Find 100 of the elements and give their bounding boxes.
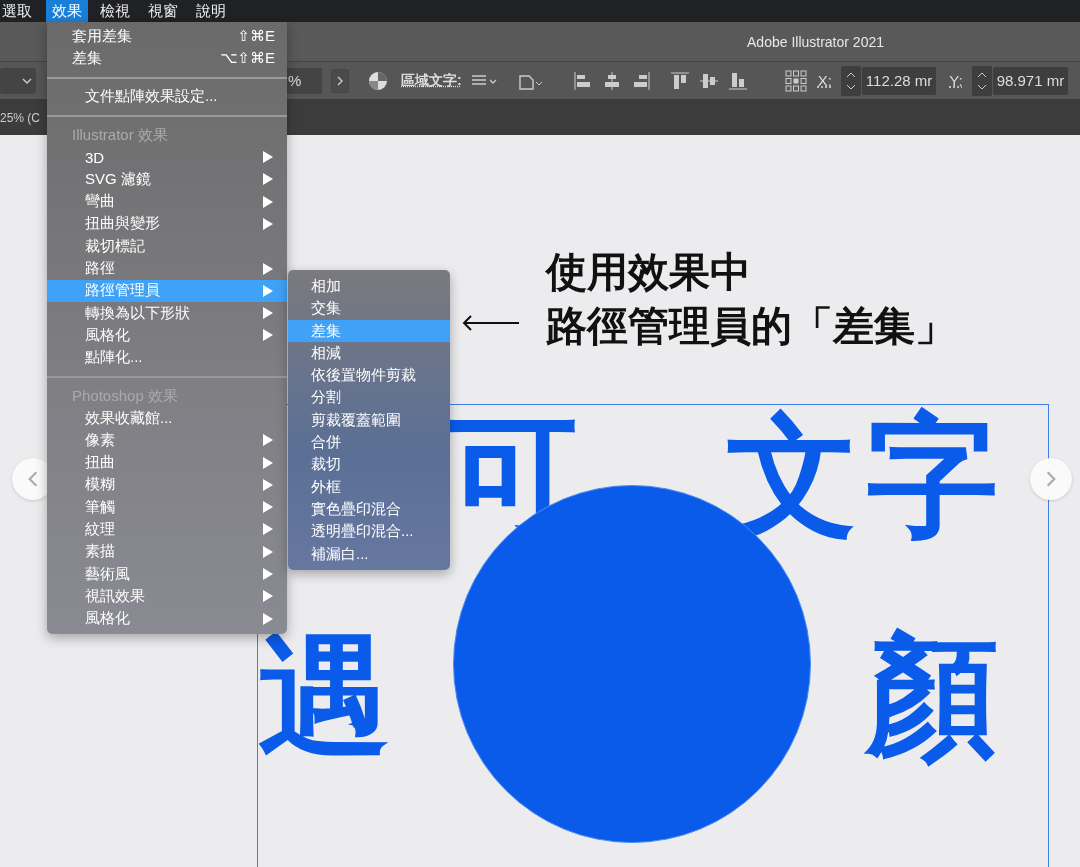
- menu-item-label: 3D: [85, 148, 105, 166]
- menu-item-label: 點陣化...: [85, 348, 143, 368]
- menu-bar-item[interactable]: 說明: [190, 0, 232, 22]
- next-button[interactable]: [331, 68, 349, 93]
- submenu-item[interactable]: 差集: [288, 319, 450, 342]
- menu-item[interactable]: 像素: [47, 429, 287, 452]
- submenu-item[interactable]: 補漏白...: [288, 542, 450, 565]
- annotation-text: 路徑管理員的「差集」: [546, 302, 956, 351]
- menu-item-label: 轉換為以下形狀: [85, 303, 190, 323]
- submenu-arrow-icon: [263, 456, 273, 469]
- window-title: Adobe Illustrator 2021: [747, 33, 884, 50]
- submenu-item[interactable]: 外框: [288, 475, 450, 498]
- menu-bar-item[interactable]: 視窗: [142, 0, 184, 22]
- submenu-item[interactable]: 相減: [288, 341, 450, 365]
- submenu-arrow-icon: [263, 284, 273, 297]
- menu-item[interactable]: 風格化: [47, 324, 287, 347]
- submenu-arrow-icon: [263, 545, 273, 558]
- menu-item[interactable]: 扭曲: [47, 451, 287, 474]
- submenu-item[interactable]: 相加: [288, 275, 450, 298]
- menu-item-label: 素描: [85, 542, 115, 562]
- align-top-icon[interactable]: [669, 70, 690, 91]
- menu-item[interactable]: 裁切標記: [47, 235, 287, 258]
- menu-item[interactable]: 套用差集 ⇧⌘E: [47, 25, 287, 48]
- align-bottom-icon[interactable]: [727, 70, 748, 91]
- menu-item[interactable]: 彎曲: [47, 190, 287, 213]
- submenu-arrow-icon: [263, 217, 273, 230]
- menu-item-label: 視訊效果: [85, 586, 145, 606]
- menu-item[interactable]: 素描: [47, 540, 287, 563]
- submenu-arrow-icon: [263, 612, 273, 625]
- menu-item-label: 藝術風: [85, 564, 130, 584]
- x-label: X:: [817, 72, 832, 89]
- stepper-icon[interactable]: [971, 65, 992, 96]
- document-tab[interactable]: 25% (C: [0, 110, 40, 125]
- menu-item[interactable]: 路徑管理員: [47, 279, 287, 302]
- menu-item[interactable]: 路徑: [47, 257, 287, 280]
- menu-item[interactable]: 紋理: [47, 518, 287, 541]
- menu-item[interactable]: 文件點陣效果設定...: [47, 85, 287, 108]
- submenu-arrow-icon: [263, 523, 273, 536]
- submenu-arrow-icon: [263, 262, 273, 275]
- arrow-icon: [462, 315, 520, 331]
- submenu-item[interactable]: 透明疊印混合...: [288, 520, 450, 543]
- submenu-item[interactable]: 實色疊印混合: [288, 497, 450, 521]
- menu-item-label: 差集: [72, 48, 102, 68]
- artwork-text: 字: [866, 407, 998, 547]
- annotation-text: 使用效果中: [546, 248, 752, 297]
- menu-item-label: SVG 濾鏡: [85, 169, 151, 189]
- menu-bar-item[interactable]: 檢視: [94, 0, 136, 22]
- menu-item[interactable]: 扭曲與變形: [47, 212, 287, 236]
- submenu-arrow-icon: [263, 307, 273, 320]
- menu-item-label: 文件點陣效果設定...: [85, 87, 218, 107]
- menu-item[interactable]: 差集 ⌥⇧⌘E: [47, 47, 287, 70]
- stepper-icon[interactable]: [840, 65, 861, 96]
- dropdown[interactable]: [0, 67, 36, 94]
- y-label: Y:: [949, 72, 963, 89]
- menu-item[interactable]: 點陣化...: [47, 346, 287, 369]
- menu-item[interactable]: 視訊效果: [47, 585, 287, 608]
- menu-item-label: 彎曲: [85, 192, 115, 212]
- menu-item-label: 筆觸: [85, 497, 115, 517]
- submenu-item[interactable]: 合併: [288, 431, 450, 454]
- submenu-item[interactable]: 依後置物件剪裁: [288, 364, 450, 387]
- submenu-arrow-icon: [263, 501, 273, 514]
- menu-item-label: 路徑: [85, 259, 115, 278]
- artwork-text: 遇: [258, 627, 390, 767]
- menu-item[interactable]: 筆觸: [47, 496, 287, 519]
- menu-item-label: 風格化: [85, 325, 130, 345]
- menu-item-label: 裁切標記: [85, 236, 145, 256]
- menu-item[interactable]: 效果收藏館...: [47, 406, 287, 430]
- menu-item[interactable]: 模糊: [47, 473, 287, 497]
- globe-icon[interactable]: [368, 70, 388, 91]
- menu-bar-item[interactable]: 效果: [46, 0, 88, 22]
- submenu-arrow-icon: [263, 329, 273, 342]
- menu-item[interactable]: 風格化: [47, 607, 287, 630]
- submenu-arrow-icon: [263, 434, 273, 447]
- x-field[interactable]: 112.28 mr: [861, 66, 937, 95]
- y-field[interactable]: 98.971 mr: [992, 66, 1069, 95]
- menu-item-label: 模糊: [85, 475, 115, 495]
- menu-item-label: 效果收藏館...: [85, 408, 173, 428]
- menu-item-label: 紋理: [85, 520, 115, 539]
- chevron-icon: [22, 77, 32, 84]
- menu-item[interactable]: 轉換為以下形狀: [47, 301, 287, 325]
- submenu-arrow-icon: [263, 173, 273, 186]
- menu-item-label: 像素: [85, 430, 115, 450]
- menu-bar-item[interactable]: 選取: [0, 0, 38, 22]
- menu-item-label: 扭曲與變形: [85, 214, 160, 234]
- menu-item[interactable]: 藝術風: [47, 562, 287, 586]
- chevron-right-icon: [1046, 470, 1056, 488]
- menu-item-label: 風格化: [85, 609, 130, 629]
- align-left-icon[interactable]: [572, 70, 593, 91]
- percent-field[interactable]: %: [286, 67, 322, 94]
- submenu-item[interactable]: 剪裁覆蓋範圍: [288, 408, 450, 432]
- menu-item[interactable]: 3D: [47, 145, 287, 169]
- reference-point-icon[interactable]: [784, 69, 807, 92]
- area-text-label: 區域文字:: [401, 71, 462, 90]
- submenu-item[interactable]: 分割: [288, 386, 450, 409]
- submenu-item[interactable]: 裁切: [288, 453, 450, 476]
- submenu-arrow-icon: [263, 151, 273, 164]
- submenu-arrow-icon: [263, 568, 273, 581]
- paragraph-align-icon[interactable]: [470, 73, 499, 88]
- submenu-item[interactable]: 交集: [288, 297, 450, 320]
- menu-item[interactable]: SVG 濾鏡: [47, 168, 287, 191]
